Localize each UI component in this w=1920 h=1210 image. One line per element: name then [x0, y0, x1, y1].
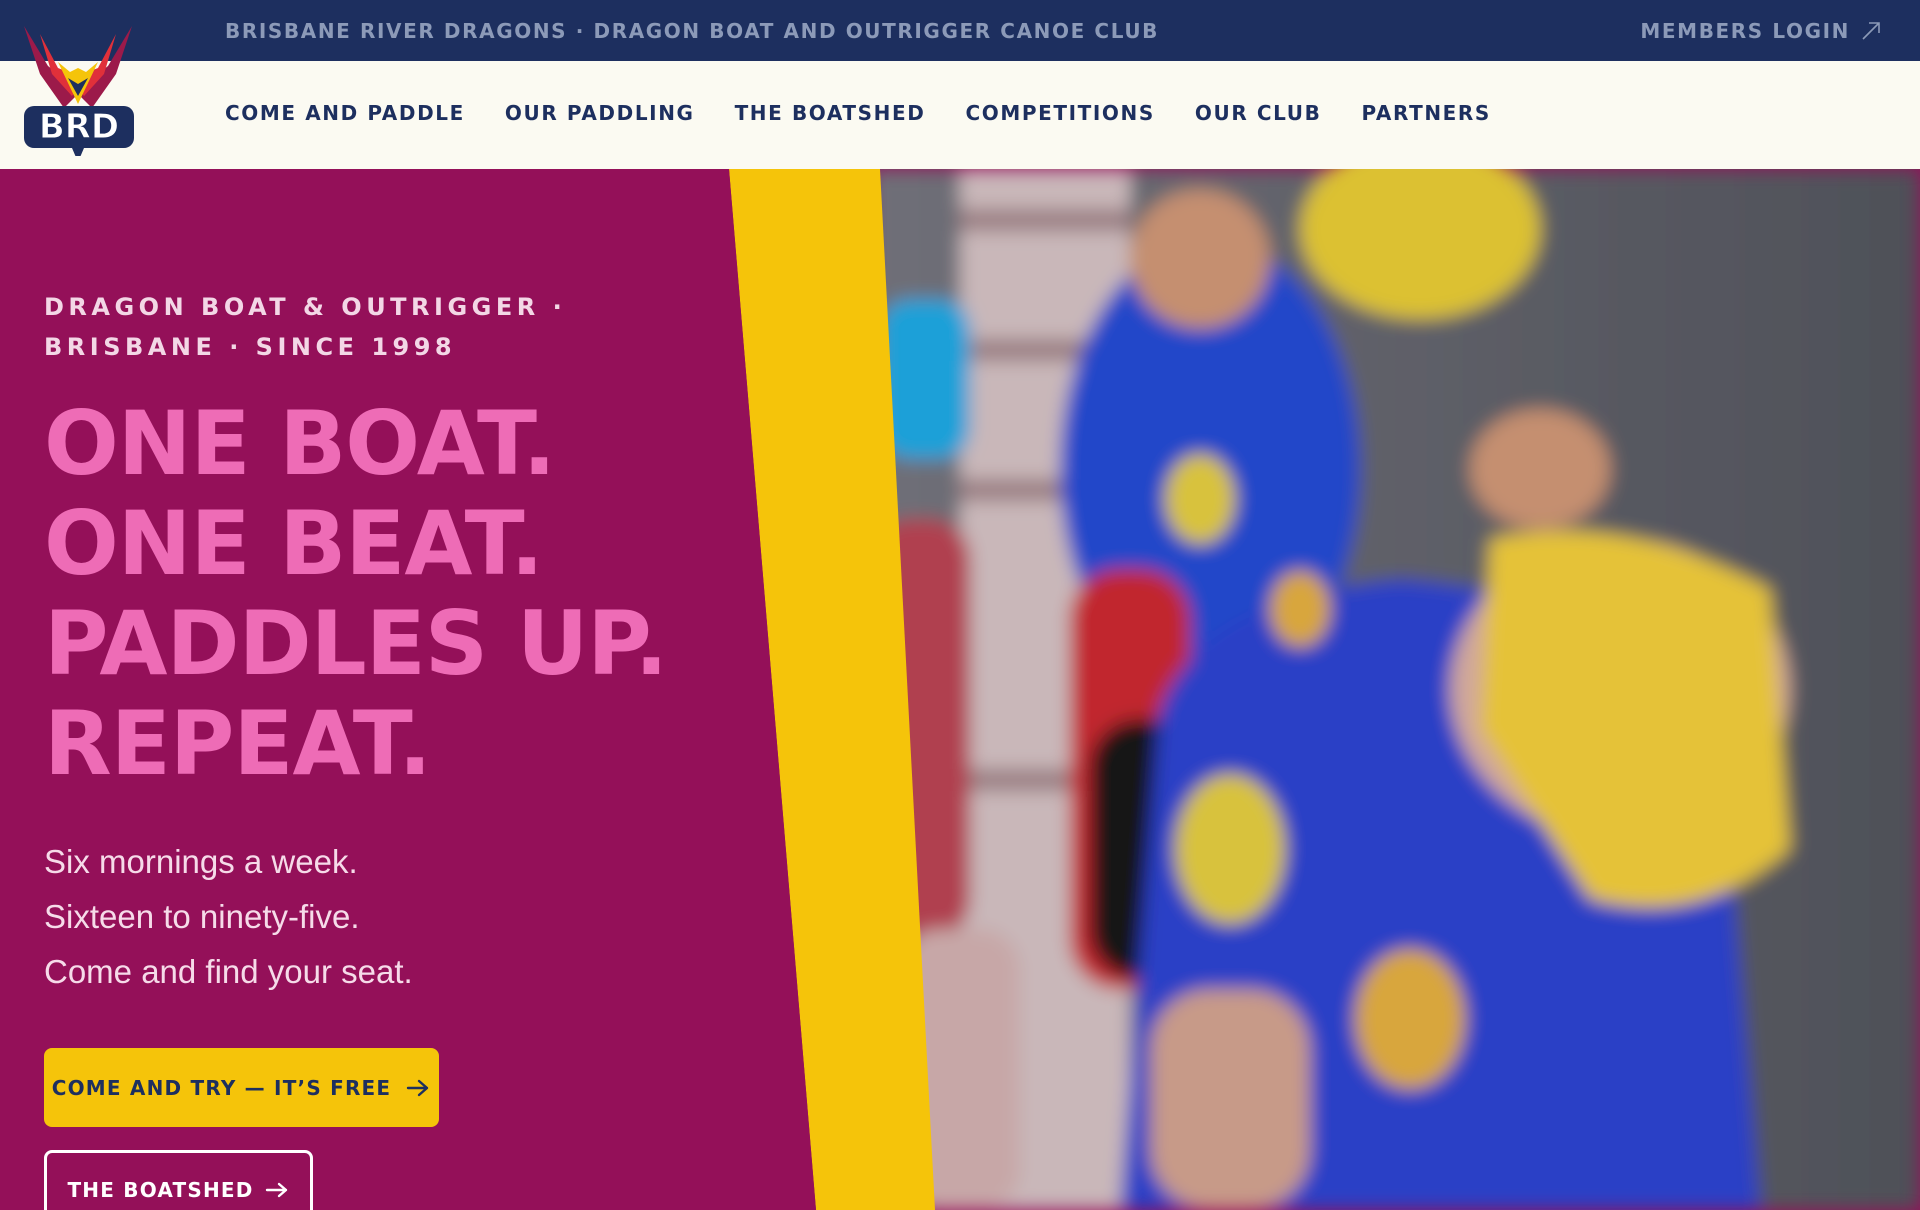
the-boatshed-label: THE BOATSHED [67, 1178, 254, 1202]
nav-item-come-and-paddle[interactable]: COME AND PADDLE [225, 101, 465, 125]
headline-line: ONE BEAT. [44, 492, 544, 595]
subcopy-line: Sixteen to ninety-five. [44, 898, 360, 935]
the-boatshed-button[interactable]: THE BOATSHED [44, 1150, 313, 1210]
headline-line: REPEAT. [44, 692, 432, 795]
club-logo[interactable]: BRD [10, 12, 146, 162]
members-login-label: MEMBERS LOGIN [1640, 19, 1850, 43]
eyebrow-line-2: BRISBANE · SINCE 1998 [44, 333, 457, 361]
nav-item-partners[interactable]: PARTNERS [1361, 101, 1490, 125]
arrow-right-icon [407, 1079, 429, 1096]
nav-item-competitions[interactable]: COMPETITIONS [965, 101, 1154, 125]
club-tagline: BRISBANE RIVER DRAGONS · DRAGON BOAT AND… [225, 19, 1160, 43]
subcopy-line: Six mornings a week. [44, 843, 358, 880]
nav-item-the-boatshed[interactable]: THE BOATSHED [735, 101, 926, 125]
arrow-right-icon [265, 1182, 287, 1198]
hero-subcopy: Six mornings a week. Sixteen to ninety-f… [44, 834, 413, 999]
nav-item-our-paddling[interactable]: OUR PADDLING [505, 101, 695, 125]
main-navigation: COME AND PADDLE OUR PADDLING THE BOATSHE… [0, 61, 1920, 169]
subcopy-line: Come and find your seat. [44, 953, 413, 990]
paddlers-photo [870, 169, 1920, 1210]
external-arrow-icon [1862, 22, 1880, 40]
headline-line: ONE BOAT. [44, 392, 556, 495]
headline-line: PADDLES UP. [44, 592, 668, 695]
hero-eyebrow: DRAGON BOAT & OUTRIGGER · BRISBANE · SIN… [44, 287, 566, 367]
eyebrow-line-1: DRAGON BOAT & OUTRIGGER · [44, 293, 567, 321]
hero-headline: ONE BOAT. ONE BEAT. PADDLES UP. REPEAT. [44, 392, 668, 795]
come-and-try-button[interactable]: COME AND TRY — IT’S FREE [44, 1048, 439, 1127]
nav-menu: COME AND PADDLE OUR PADDLING THE BOATSHE… [225, 101, 1491, 125]
dragon-wings-icon: BRD [24, 26, 134, 162]
come-and-try-label: COME AND TRY — IT’S FREE [51, 1075, 392, 1100]
top-utility-bar: BRISBANE RIVER DRAGONS · DRAGON BOAT AND… [0, 0, 1920, 61]
hero-section: DRAGON BOAT & OUTRIGGER · BRISBANE · SIN… [0, 169, 1920, 1210]
members-login-link[interactable]: MEMBERS LOGIN [1640, 19, 1882, 43]
nav-item-our-club[interactable]: OUR CLUB [1195, 101, 1322, 125]
logo-text: BRD [39, 107, 119, 147]
